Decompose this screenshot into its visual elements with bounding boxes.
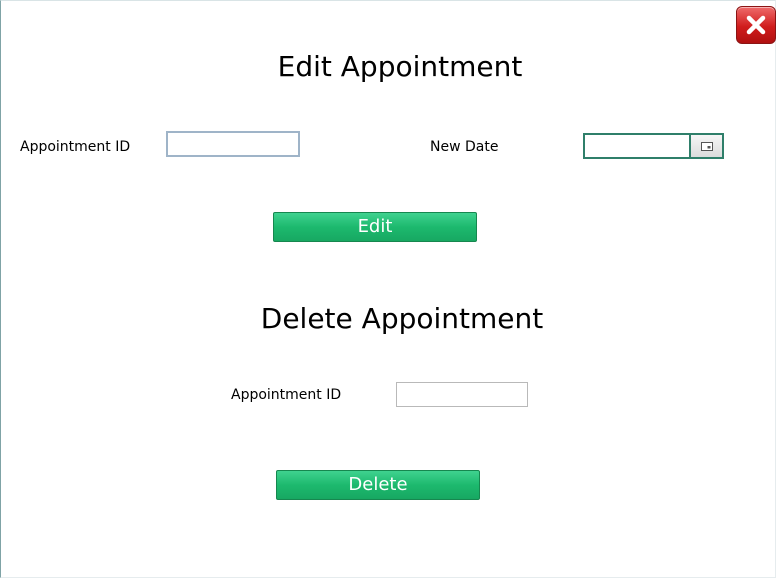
delete-appointment-id-input[interactable] — [396, 382, 528, 407]
edit-appointment-id-label: Appointment ID — [20, 139, 131, 155]
date-picker-button[interactable] — [689, 133, 724, 159]
delete-appointment-id-label: Appointment ID — [231, 387, 342, 403]
calendar-icon — [700, 141, 713, 151]
close-x-icon — [746, 15, 766, 35]
delete-button[interactable]: Delete — [276, 470, 480, 500]
new-date-input[interactable] — [583, 133, 689, 159]
edit-appointment-id-input[interactable] — [166, 131, 300, 157]
edit-appointment-title: Edit Appointment — [277, 50, 523, 83]
delete-appointment-title: Delete Appointment — [260, 302, 544, 335]
edit-button[interactable]: Edit — [273, 212, 477, 242]
new-date-label: New Date — [430, 139, 499, 155]
close-button[interactable] — [736, 6, 776, 44]
